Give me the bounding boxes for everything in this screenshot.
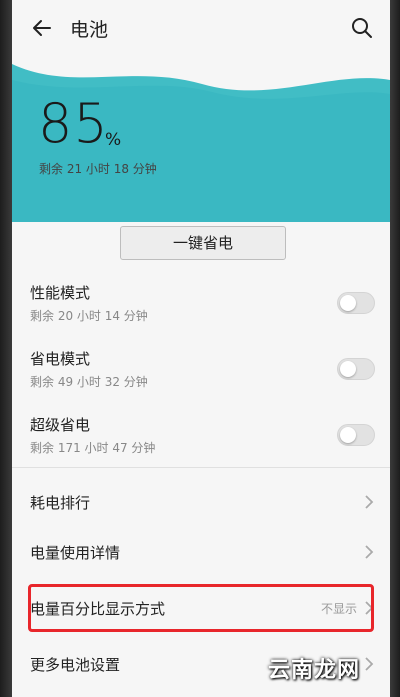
mode-subtitle: 剩余 171 小时 47 分钟 (30, 441, 156, 455)
battery-panel: 电池 85 % 剩余 21 小时 18 分钟 (12, 0, 390, 222)
menu-label: 电量使用详情 (30, 544, 121, 562)
top-app-bar: 电池 (12, 0, 390, 56)
screen-bezel-right (390, 0, 400, 697)
mode-title: 省电模式 (30, 350, 91, 368)
mode-performance[interactable]: 性能模式 剩余 20 小时 14 分钟 (30, 282, 375, 332)
search-icon[interactable] (350, 16, 374, 40)
screen-bezel-left (0, 0, 12, 697)
power-saving-mode-toggle[interactable] (337, 358, 375, 380)
mode-super-power-saving[interactable]: 超级省电 剩余 171 小时 47 分钟 (30, 414, 375, 464)
mode-subtitle: 剩余 49 小时 32 分钟 (30, 375, 148, 389)
one-key-power-save-button[interactable]: 一键省电 (120, 226, 286, 260)
performance-mode-toggle[interactable] (337, 292, 375, 314)
menu-percentage-display[interactable]: 电量百分比显示方式 不显示 (30, 586, 375, 630)
mode-subtitle: 剩余 20 小时 14 分钟 (30, 309, 148, 323)
menu-label: 耗电排行 (30, 494, 91, 512)
mode-title: 性能模式 (30, 284, 91, 302)
menu-value: 不显示 (320, 602, 357, 616)
menu-label: 更多电池设置 (30, 656, 121, 674)
menu-usage-details[interactable]: 电量使用详情 (30, 530, 375, 574)
mode-title: 超级省电 (30, 416, 91, 434)
chevron-right-icon (365, 657, 374, 671)
phone-screen: 电池 85 % 剩余 21 小时 18 分钟 一键省电 性能模式 剩余 20 小… (12, 0, 390, 697)
watermark-text: 云南龙网 (268, 658, 361, 683)
page-title: 电池 (70, 19, 109, 41)
super-power-saving-toggle[interactable] (337, 424, 375, 446)
battery-percent-sign: % (105, 130, 122, 150)
menu-power-ranking[interactable]: 耗电排行 (30, 480, 375, 524)
chevron-right-icon (365, 495, 374, 509)
battery-remaining-time: 剩余 21 小时 18 分钟 (39, 162, 157, 176)
battery-percent: 85 (38, 92, 109, 155)
back-arrow-icon[interactable] (30, 16, 54, 40)
mode-power-saving[interactable]: 省电模式 剩余 49 小时 32 分钟 (30, 348, 375, 398)
chevron-right-icon (365, 545, 374, 559)
menu-label: 电量百分比显示方式 (30, 600, 166, 618)
section-divider (12, 467, 390, 468)
chevron-right-icon (365, 601, 374, 615)
